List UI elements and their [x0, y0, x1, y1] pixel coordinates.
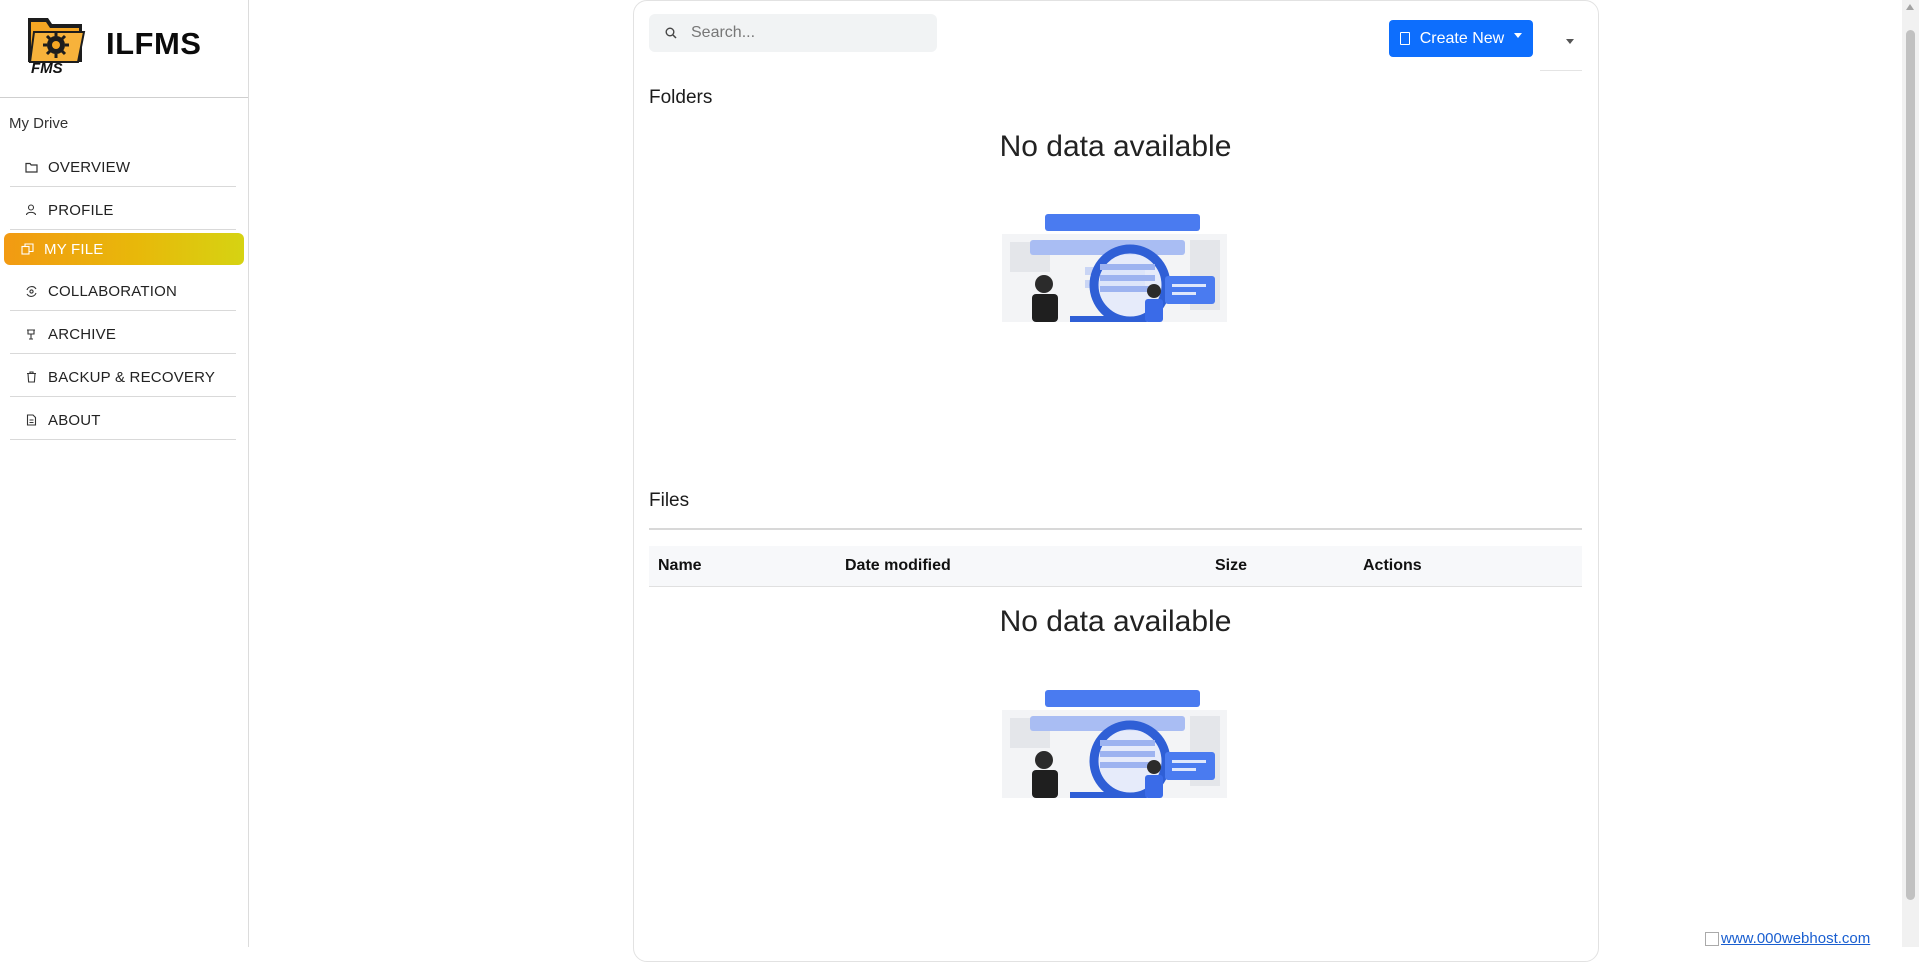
column-header-date-modified[interactable]: Date modified: [845, 557, 951, 575]
sidebar-item-my-file[interactable]: MY FILE: [4, 233, 244, 265]
sidebar-item-label: OVERVIEW: [48, 158, 131, 176]
sidebar-item-overview[interactable]: OVERVIEW: [10, 148, 236, 187]
column-header-size[interactable]: Size: [1215, 557, 1247, 575]
sidebar: FMS ILFMS My Drive OVERVIEW PROFILE MY F…: [0, 0, 249, 947]
sidebar-item-collaboration[interactable]: COLLABORATION: [10, 272, 236, 311]
search-input[interactable]: [689, 23, 913, 43]
page-scrollbar[interactable]: [1902, 0, 1919, 947]
create-new-label: Create New: [1419, 29, 1505, 47]
document-icon: [24, 413, 38, 427]
my-drive-label: My Drive: [9, 115, 69, 132]
files-table-header: Name Date modified Size Actions: [649, 546, 1582, 587]
logo-area: FMS ILFMS: [0, 0, 248, 98]
webhost-link-text: www.000webhost.com: [1721, 930, 1871, 947]
sidebar-item-label: ABOUT: [48, 411, 101, 429]
files-icon: [20, 242, 34, 256]
scroll-up-arrow-icon[interactable]: [1906, 4, 1914, 10]
files-divider: [649, 528, 1582, 530]
sidebar-item-profile[interactable]: PROFILE: [10, 191, 236, 230]
user-icon: [24, 203, 38, 217]
trash-icon: [24, 370, 38, 384]
archive-icon: [24, 327, 38, 341]
search-icon: [665, 27, 677, 39]
column-header-name[interactable]: Name: [658, 557, 702, 575]
webhost-link[interactable]: www.000webhost.com: [1705, 930, 1870, 947]
sidebar-item-label: COLLABORATION: [48, 282, 178, 300]
column-header-actions: Actions: [1363, 557, 1422, 574]
folders-empty-text: No data available: [999, 130, 1232, 163]
search-box[interactable]: [649, 14, 937, 52]
sidebar-item-label: BACKUP & RECOVERY: [48, 368, 216, 386]
empty-state-illustration-icon: [1002, 214, 1227, 322]
file-plus-icon: [1399, 32, 1410, 45]
chevron-down-icon: [1514, 33, 1523, 38]
scrollbar-thumb[interactable]: [1906, 30, 1915, 900]
sidebar-item-label: ARCHIVE: [48, 325, 117, 343]
folder-icon: [24, 160, 38, 174]
files-empty-text: No data available: [999, 605, 1232, 638]
collaboration-icon: [24, 284, 38, 298]
empty-state-illustration-icon: [1002, 690, 1227, 798]
sidebar-item-label: MY FILE: [44, 240, 104, 258]
logo-text: FMS: [31, 60, 63, 77]
sidebar-item-label: PROFILE: [48, 201, 114, 219]
folders-title: Folders: [649, 87, 713, 108]
app-name: ILFMS: [106, 26, 202, 61]
files-title: Files: [649, 490, 690, 511]
sidebar-item-backup-recovery[interactable]: BACKUP & RECOVERY: [10, 358, 236, 397]
create-new-button[interactable]: Create New: [1389, 20, 1533, 57]
broken-image-icon: [1705, 932, 1719, 947]
sidebar-item-about[interactable]: ABOUT: [10, 401, 236, 440]
caret-down-icon: [1566, 39, 1574, 44]
options-dropdown-toggle[interactable]: [1540, 30, 1582, 71]
sidebar-item-archive[interactable]: ARCHIVE: [10, 315, 236, 354]
